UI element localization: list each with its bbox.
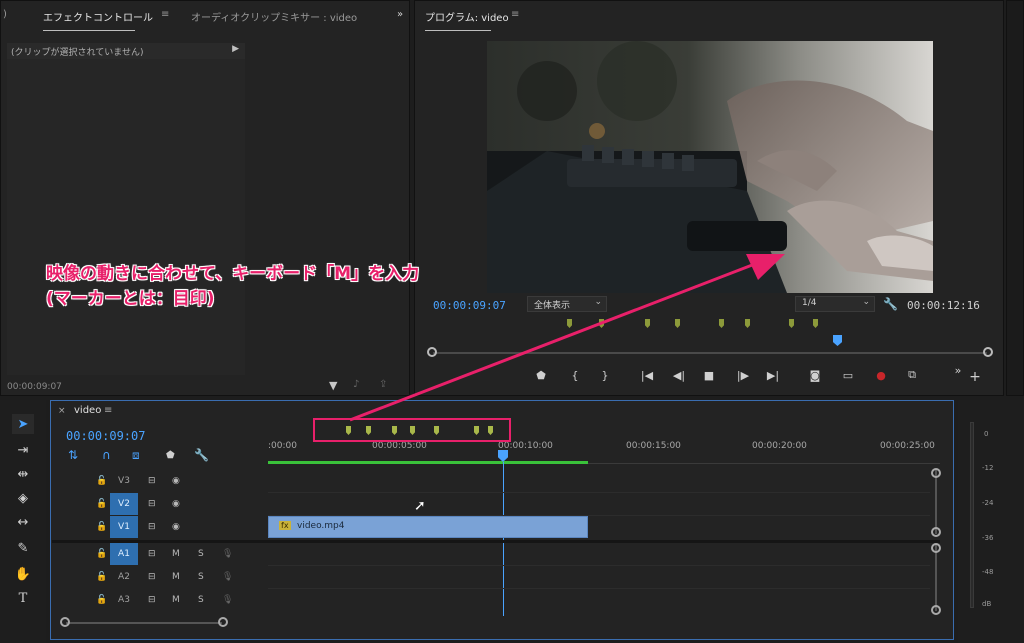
annotation-text: 映像の動きに合わせて、キーボード「M」を入力 (マーカーとは：目印) — [46, 262, 419, 312]
annotation-line-2: (マーカーとは：目印) — [46, 289, 215, 309]
annotation-arrow — [349, 254, 785, 422]
annotation-line-1: 映像の動きに合わせて、キーボード「M」を入力 — [46, 264, 420, 284]
